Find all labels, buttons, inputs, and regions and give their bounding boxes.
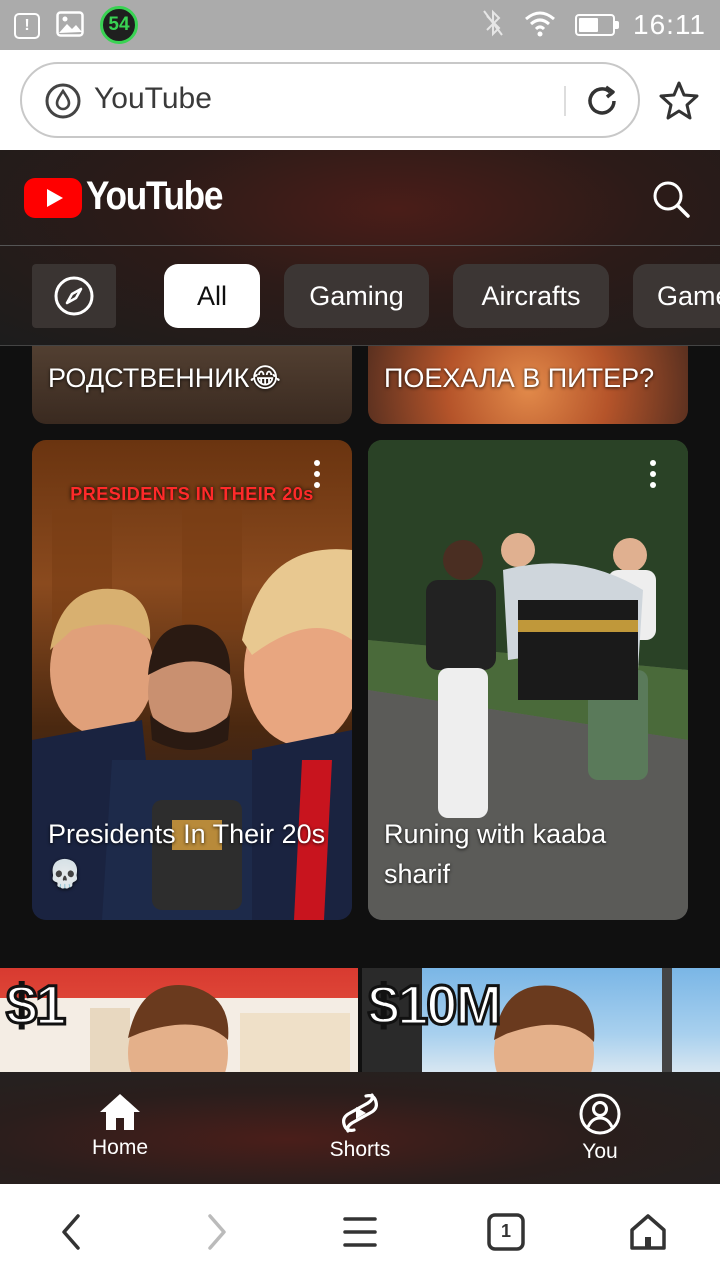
short-card[interactable]: Runing with kaaba sharif	[368, 440, 688, 920]
url-field[interactable]: YouTube	[20, 62, 640, 138]
reload-icon[interactable]	[582, 81, 622, 121]
account-icon	[579, 1093, 621, 1135]
youtube-top-area: YouTube All Gaming Aircrafts Game	[0, 150, 720, 346]
short-title-emoji: 💀	[48, 859, 82, 889]
chip-game[interactable]: Game	[633, 264, 720, 328]
chip-all[interactable]: All	[164, 264, 260, 328]
home-icon	[100, 1094, 140, 1130]
url-divider	[564, 86, 566, 116]
tabs-button[interactable]: 1	[484, 1210, 528, 1254]
thumbnail-overlay-text: PRESIDENTS IN THEIR 20s	[70, 484, 314, 504]
video-thumbnail[interactable]: $10M	[362, 968, 720, 1072]
shorts-icon	[342, 1093, 378, 1133]
youtube-logo-icon[interactable]	[24, 178, 82, 218]
category-chip-bar: All Gaming Aircrafts Game	[0, 247, 720, 346]
nav-home[interactable]: Home	[40, 1072, 200, 1184]
browser-toolbar: 1	[0, 1184, 720, 1280]
tab-count: 1	[500, 1221, 511, 1241]
home-icon[interactable]	[626, 1210, 670, 1254]
youtube-header: YouTube	[0, 150, 720, 246]
menu-icon[interactable]	[338, 1210, 382, 1254]
chip-aircrafts[interactable]: Aircrafts	[453, 264, 609, 328]
search-icon[interactable]	[650, 178, 692, 220]
clock: 16:11	[633, 9, 706, 40]
thumbnail-price-text: $10M	[366, 972, 503, 1038]
alert-icon: !	[14, 13, 40, 39]
short-title: ПОЕХАЛА В ПИТЕР?	[384, 363, 655, 393]
explore-chip[interactable]	[32, 264, 116, 328]
nav-home-label: Home	[91, 1136, 149, 1159]
short-title: Runing with kaaba sharif	[384, 819, 607, 889]
short-card[interactable]: PRESIDENTS IN THEIR 20s Presidents In Th…	[32, 440, 352, 920]
status-bar: ! 54 16:11	[0, 0, 720, 50]
forward-icon[interactable]	[194, 1210, 238, 1254]
short-title: РОДСТВЕННИК😂	[48, 363, 281, 393]
nav-you[interactable]: You	[520, 1072, 680, 1184]
youtube-wordmark[interactable]: YouTube	[86, 174, 223, 219]
nav-shorts-label: Shorts	[329, 1138, 391, 1161]
more-options-icon[interactable]	[312, 460, 322, 494]
bluetooth-off-icon	[481, 8, 505, 43]
short-card[interactable]: РОДСТВЕННИК😂	[32, 346, 352, 424]
youtube-bottom-nav: Home Shorts You	[0, 1072, 720, 1184]
wifi-icon	[523, 9, 557, 42]
image-icon	[56, 10, 84, 42]
bookmark-star-icon[interactable]	[658, 80, 700, 122]
short-title: Presidents In Their 20s	[48, 819, 326, 849]
url-text[interactable]: YouTube	[94, 82, 212, 116]
short-card[interactable]: ПОЕХАЛА В ПИТЕР?	[368, 346, 688, 424]
nav-shorts[interactable]: Shorts	[280, 1072, 440, 1184]
site-shield-icon[interactable]	[44, 82, 82, 120]
video-thumbnail[interactable]: $1	[0, 968, 358, 1072]
chip-gaming[interactable]: Gaming	[284, 264, 429, 328]
battery-icon	[575, 14, 619, 36]
compass-icon	[54, 276, 94, 316]
back-icon[interactable]	[50, 1210, 94, 1254]
more-options-icon[interactable]	[648, 460, 658, 494]
browser-address-bar: YouTube	[0, 50, 720, 150]
feed: РОДСТВЕННИК😂 ПОЕХАЛА В ПИТЕР? PRESIDENTS…	[0, 346, 720, 1072]
thumbnail-price-text: $1	[4, 972, 67, 1038]
notification-count-badge: 54	[100, 6, 138, 44]
nav-you-label: You	[582, 1140, 618, 1163]
